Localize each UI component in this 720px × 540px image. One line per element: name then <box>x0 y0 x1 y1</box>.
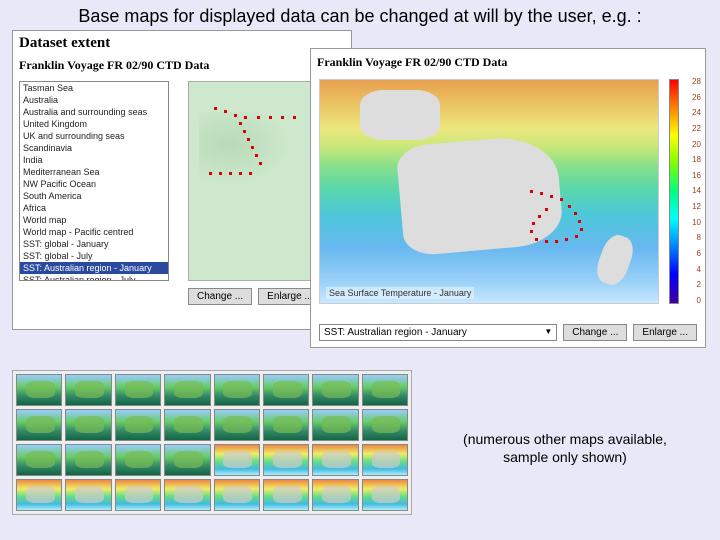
map-thumbnail[interactable] <box>115 479 161 511</box>
list-item[interactable]: South America <box>20 190 168 202</box>
map-thumbnail[interactable] <box>164 444 210 476</box>
list-item[interactable]: UK and surrounding seas <box>20 130 168 142</box>
list-item[interactable]: Tasman Sea <box>20 82 168 94</box>
list-item[interactable]: SST: global - January <box>20 238 168 250</box>
sst-map: Sea Surface Temperature - January <box>319 79 659 304</box>
map-thumbnail[interactable] <box>214 444 260 476</box>
map-thumbnail[interactable] <box>362 444 408 476</box>
list-item[interactable]: Australia and surrounding seas <box>20 106 168 118</box>
list-item[interactable]: SST: global - July <box>20 250 168 262</box>
listbox-scrollbar[interactable]: ▲ ▼ <box>168 82 169 281</box>
map-thumbnail[interactable] <box>312 409 358 441</box>
list-item[interactable]: NW Pacific Ocean <box>20 178 168 190</box>
map-caption: Sea Surface Temperature - January <box>326 287 474 299</box>
map-thumbnail[interactable] <box>115 444 161 476</box>
list-item[interactable]: Mediterranean Sea <box>20 166 168 178</box>
change-button[interactable]: Change ... <box>563 324 627 341</box>
map-thumbnail[interactable] <box>362 374 408 406</box>
map-thumbnail[interactable] <box>312 444 358 476</box>
map-thumbnail[interactable] <box>214 409 260 441</box>
sst-map-panel: Franklin Voyage FR 02/90 CTD Data Sea Su… <box>310 48 706 348</box>
list-item[interactable]: World map - Pacific centred <box>20 226 168 238</box>
map-thumbnail[interactable] <box>115 374 161 406</box>
panel-subheading: Franklin Voyage FR 02/90 CTD Data <box>13 56 351 81</box>
colorbar <box>669 79 679 304</box>
map-thumbnail[interactable] <box>312 374 358 406</box>
voyage-track <box>209 102 322 202</box>
select-value: SST: Australian region - January <box>324 327 467 338</box>
map-thumbnail[interactable] <box>65 374 111 406</box>
map-thumbnail[interactable] <box>164 479 210 511</box>
map-thumbnail[interactable] <box>65 409 111 441</box>
panel-heading: Dataset extent <box>13 31 351 56</box>
map-thumbnail[interactable] <box>16 479 62 511</box>
map-thumbnail[interactable] <box>263 444 309 476</box>
list-item[interactable]: Scandinavia <box>20 142 168 154</box>
change-button[interactable]: Change ... <box>188 288 252 305</box>
map-thumbnail[interactable] <box>214 374 260 406</box>
list-item[interactable]: India <box>20 154 168 166</box>
colorbar-ticks: 28 26 24 22 20 18 16 14 12 10 8 6 4 2 0 <box>683 77 701 305</box>
map-thumbnail[interactable] <box>16 374 62 406</box>
enlarge-button[interactable]: Enlarge ... <box>633 324 697 341</box>
map-thumbnail[interactable] <box>16 409 62 441</box>
map-thumbnail[interactable] <box>214 479 260 511</box>
list-item[interactable]: SST: Australian region - July <box>20 274 168 281</box>
map-thumbnail[interactable] <box>312 479 358 511</box>
list-item[interactable]: United Kingdom <box>20 118 168 130</box>
map-thumbnail[interactable] <box>362 409 408 441</box>
map-thumbnail[interactable] <box>65 479 111 511</box>
basemap-listbox[interactable]: Tasman Sea Australia Australia and surro… <box>19 81 169 281</box>
basemap-thumbnail-grid <box>12 370 412 515</box>
map-thumbnail[interactable] <box>115 409 161 441</box>
panel-heading: Franklin Voyage FR 02/90 CTD Data <box>311 49 705 76</box>
dataset-extent-panel: Dataset extent Franklin Voyage FR 02/90 … <box>12 30 352 330</box>
map-thumbnail[interactable] <box>362 479 408 511</box>
footnote: (numerous other maps available, sample o… <box>440 430 690 466</box>
map-thumbnail[interactable] <box>263 409 309 441</box>
list-item-selected[interactable]: SST: Australian region - January <box>20 262 168 274</box>
landmass <box>360 90 440 140</box>
page-title: Base maps for displayed data can be chan… <box>0 6 720 27</box>
basemap-select[interactable]: SST: Australian region - January ▼ <box>319 324 557 341</box>
map-thumbnail[interactable] <box>65 444 111 476</box>
list-item[interactable]: World map <box>20 214 168 226</box>
landmass-nz <box>592 231 637 288</box>
landmass-australia <box>396 133 565 257</box>
map-thumbnail[interactable] <box>263 374 309 406</box>
chevron-down-icon: ▼ <box>544 327 552 338</box>
list-item[interactable]: Australia <box>20 94 168 106</box>
map-thumbnail[interactable] <box>16 444 62 476</box>
map-thumbnail[interactable] <box>164 374 210 406</box>
map-thumbnail[interactable] <box>164 409 210 441</box>
list-item[interactable]: Africa <box>20 202 168 214</box>
map-thumbnail[interactable] <box>263 479 309 511</box>
